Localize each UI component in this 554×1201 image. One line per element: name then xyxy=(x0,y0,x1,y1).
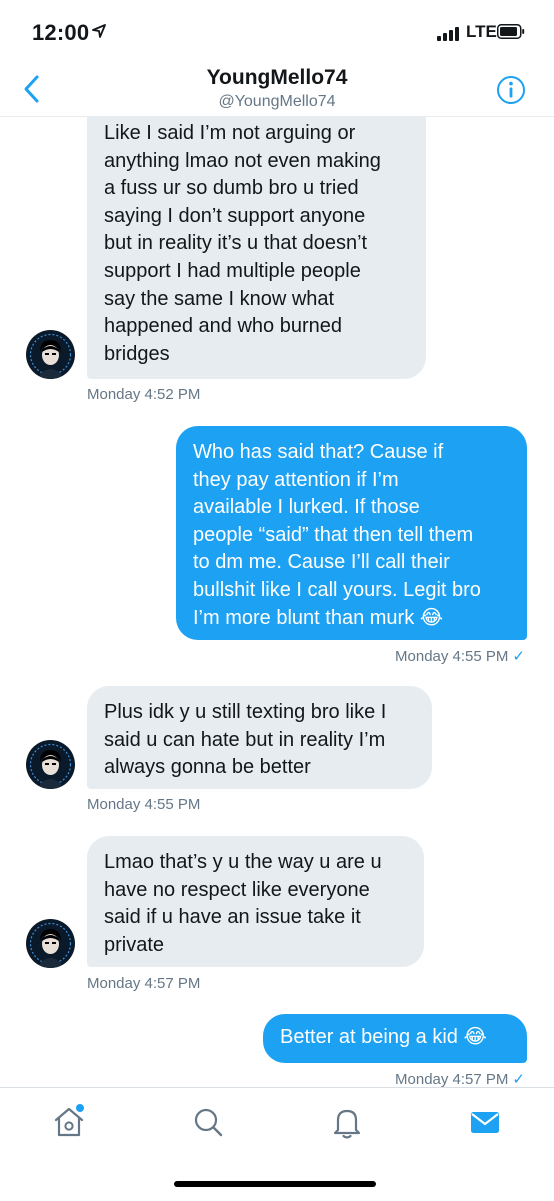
bell-icon[interactable] xyxy=(327,1102,367,1142)
contact-avatar[interactable] xyxy=(26,740,75,789)
home-indicator xyxy=(174,1181,376,1187)
status-time: 12:00 xyxy=(32,20,90,45)
read-check-icon: ✓ xyxy=(512,648,525,665)
message-meta: Monday 4:55 PM ✓ xyxy=(395,647,525,665)
network-label: LTE xyxy=(466,22,497,41)
received-message-bubble[interactable]: Lmao that’s y u the way u are u have no … xyxy=(87,836,424,967)
message-timestamp: Monday 4:57 PM xyxy=(87,975,201,992)
search-icon[interactable] xyxy=(188,1102,228,1142)
message-text: Like I said I’m not arguing or anything … xyxy=(104,122,381,365)
message-text: Who has said that? Cause if they pay att… xyxy=(193,441,481,629)
message-timestamp: Monday 4:57 PM xyxy=(395,1071,509,1087)
received-message-bubble[interactable]: Plus idk y u still texting bro like I sa… xyxy=(87,686,432,789)
sent-message-bubble[interactable]: Better at being a kid 😂 xyxy=(263,1014,527,1063)
info-icon[interactable] xyxy=(496,75,526,105)
contact-handle: @YoungMello74 xyxy=(218,93,336,110)
contact-name[interactable]: YoungMello74 xyxy=(0,66,554,90)
contact-avatar[interactable] xyxy=(26,919,75,968)
message-timestamp: Monday 4:55 PM xyxy=(87,796,201,813)
message-text: Better at being a kid 😂 xyxy=(280,1026,487,1048)
conversation-header: YoungMello74 @YoungMello74 xyxy=(0,62,554,117)
location-arrow-icon xyxy=(92,24,106,38)
message-thread[interactable]: Like I said I’m not arguing or anything … xyxy=(0,117,554,1087)
received-message-bubble[interactable]: Like I said I’m not arguing or anything … xyxy=(87,117,426,379)
status-bar: 12:00 LTE xyxy=(0,0,554,62)
read-check-icon: ✓ xyxy=(512,1071,525,1087)
avatar-image xyxy=(26,919,75,968)
avatar-image xyxy=(26,330,75,379)
battery-icon xyxy=(497,24,525,39)
sent-message-bubble[interactable]: Who has said that? Cause if they pay att… xyxy=(176,426,527,640)
contact-avatar[interactable] xyxy=(26,330,75,379)
message-timestamp: Monday 4:55 PM xyxy=(395,648,509,665)
notification-dot xyxy=(76,1104,84,1112)
message-text: Lmao that’s y u the way u are u have no … xyxy=(104,851,382,956)
avatar-image xyxy=(26,740,75,789)
message-text: Plus idk y u still texting bro like I sa… xyxy=(104,701,387,779)
message-meta: Monday 4:57 PM ✓ xyxy=(395,1070,525,1087)
mail-icon[interactable] xyxy=(465,1102,505,1142)
message-timestamp: Monday 4:52 PM xyxy=(87,386,201,403)
signal-bars-icon xyxy=(437,27,463,41)
